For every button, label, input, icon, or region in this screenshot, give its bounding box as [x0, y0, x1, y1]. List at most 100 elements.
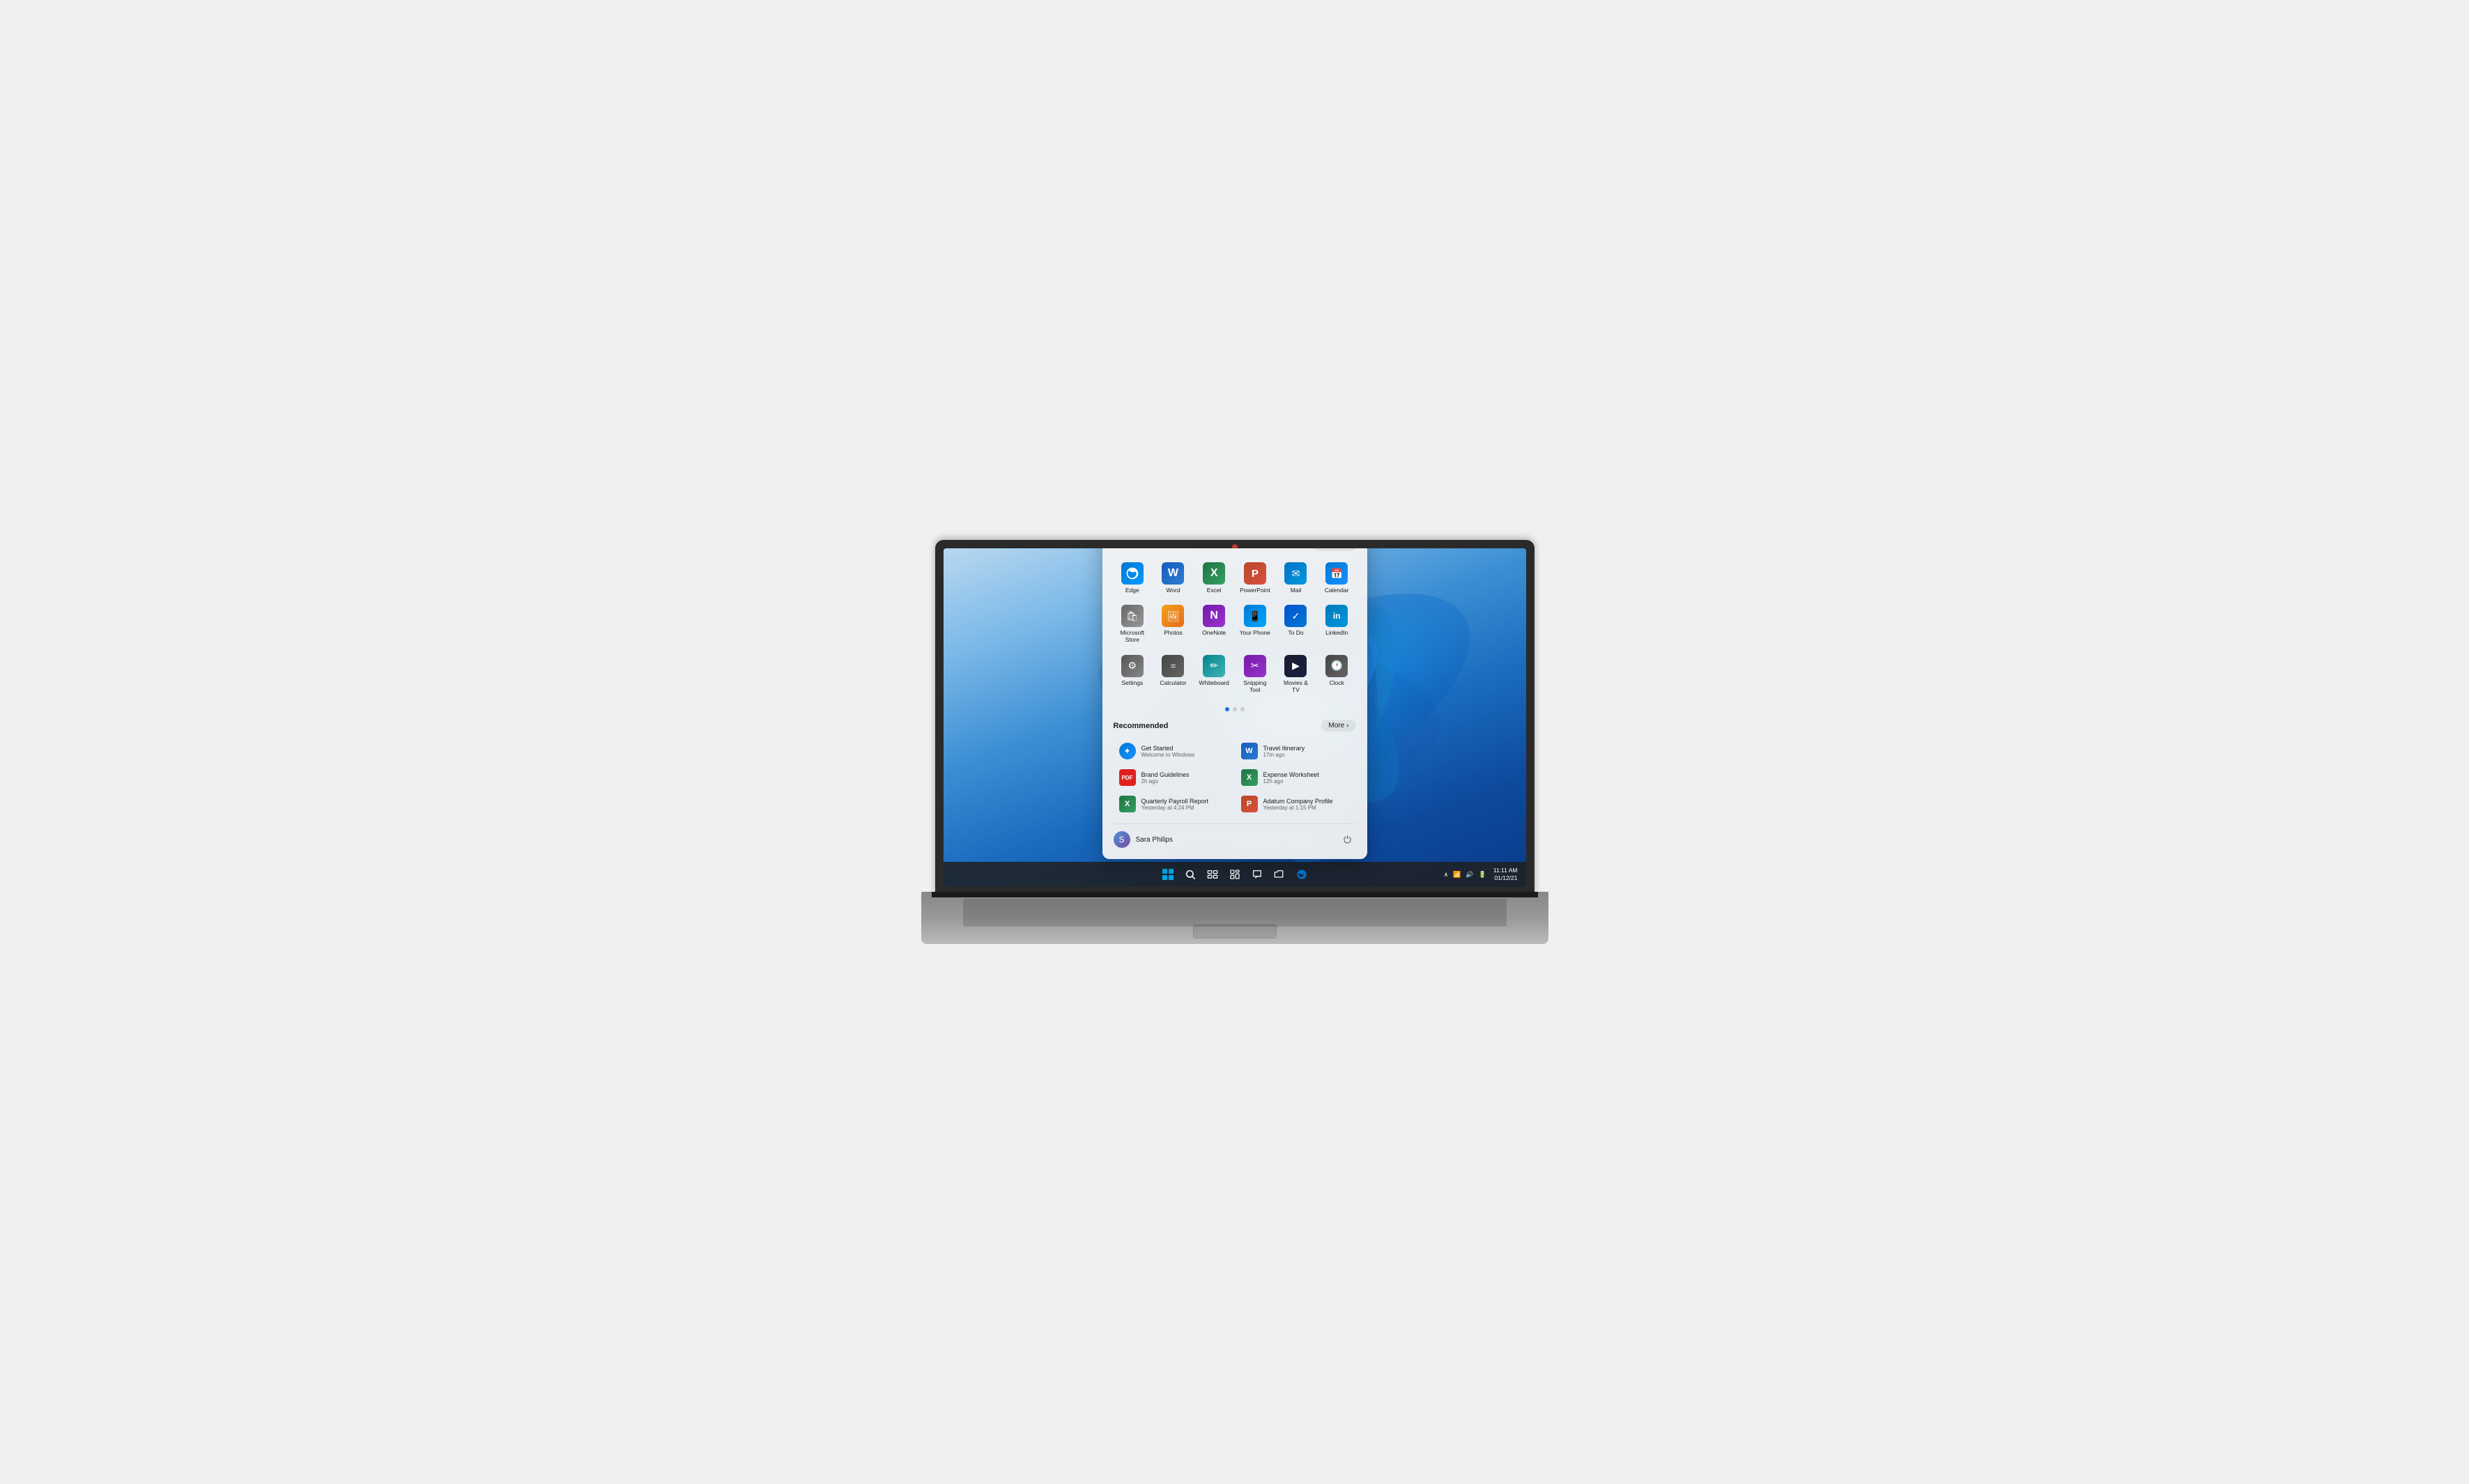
rec-get-started[interactable]: ✦ Get Started Welcome to Windows: [1114, 739, 1234, 764]
travel-icon: W: [1241, 743, 1258, 759]
app-powerpoint[interactable]: P PowerPoint: [1236, 558, 1275, 598]
app-store[interactable]: 🛍 Microsoft Store: [1114, 601, 1152, 647]
settings-icon: ⚙: [1121, 655, 1144, 677]
app-calculator[interactable]: = Calculator: [1154, 651, 1192, 697]
app-word[interactable]: W Word: [1154, 558, 1192, 598]
app-yourphone[interactable]: 📱 Your Phone: [1236, 601, 1275, 647]
recommended-title: Recommended: [1114, 722, 1169, 730]
movies-icon: ▶: [1284, 655, 1307, 677]
page-dots: [1114, 707, 1356, 711]
store-label: Microsoft Store: [1116, 629, 1149, 643]
rec-travel-itinerary[interactable]: W Travel Itinerary 17m ago: [1236, 739, 1356, 764]
more-button[interactable]: More ›: [1321, 720, 1355, 732]
store-icon: 🛍: [1121, 605, 1144, 627]
laptop-base: [921, 892, 1548, 944]
taskbar-center: [1158, 865, 1312, 884]
calendar-icon: 📅: [1325, 562, 1348, 585]
recommended-section: Recommended More › ✦ Get Started: [1114, 720, 1356, 817]
laptop: 🔍 Type here to search Pinned All apps ›: [921, 540, 1548, 944]
taskbar-chat-button[interactable]: [1247, 865, 1267, 884]
app-clock[interactable]: 🕐 Clock: [1318, 651, 1356, 697]
excel-icon: X: [1203, 562, 1225, 585]
excel-label: Excel: [1207, 587, 1222, 594]
clock-icon: 🕐: [1325, 655, 1348, 677]
rec-name-travel: Travel Itinerary: [1263, 745, 1305, 752]
laptop-screen: 🔍 Type here to search Pinned All apps ›: [944, 548, 1526, 887]
app-calendar[interactable]: 📅 Calendar: [1318, 558, 1356, 598]
onenote-label: OneNote: [1202, 629, 1226, 636]
taskbar-explorer-button[interactable]: [1270, 865, 1289, 884]
app-onenote[interactable]: N OneNote: [1195, 601, 1233, 647]
taskbar-search-button[interactable]: [1180, 865, 1200, 884]
todo-label: To Do: [1288, 629, 1303, 636]
yourphone-label: Your Phone: [1240, 629, 1270, 636]
rec-payroll-report[interactable]: X Quarterly Payroll Report Yesterday at …: [1114, 791, 1234, 817]
rec-sub-getstarted: Welcome to Windows: [1141, 752, 1195, 758]
app-snipping[interactable]: ✂ Snipping Tool: [1236, 651, 1275, 697]
app-excel[interactable]: X Excel: [1195, 558, 1233, 598]
pinned-title: Pinned: [1114, 548, 1139, 550]
get-started-icon: ✦: [1119, 743, 1136, 759]
brand-icon: PDF: [1119, 769, 1136, 786]
laptop-hinge: [932, 892, 1538, 897]
app-photos[interactable]: 🖼 Photos: [1154, 601, 1192, 647]
todo-icon: ✓: [1284, 605, 1307, 627]
taskbar-start-button[interactable]: [1158, 865, 1178, 884]
app-linkedin[interactable]: in LinkedIn: [1318, 601, 1356, 647]
rec-name-brand: Brand Guidelines: [1141, 771, 1190, 778]
systray-wifi[interactable]: 📶: [1452, 871, 1462, 879]
payroll-icon: X: [1119, 796, 1136, 812]
whiteboard-icon: ✏: [1203, 655, 1225, 677]
taskbar-edge-button[interactable]: [1292, 865, 1312, 884]
user-info[interactable]: S Sara Philips: [1114, 831, 1173, 848]
touchpad[interactable]: [1193, 925, 1277, 938]
rec-sub-expense: 12h ago: [1263, 778, 1319, 784]
systray-chevron[interactable]: ∧: [1443, 871, 1450, 879]
app-mail[interactable]: ✉ Mail: [1277, 558, 1315, 598]
power-button[interactable]: ⏻: [1339, 831, 1356, 848]
powerpoint-label: PowerPoint: [1240, 587, 1270, 594]
edge-icon: [1121, 562, 1144, 585]
systray-icons: ∧ 📶 🔊 🔋: [1443, 871, 1488, 879]
mail-label: Mail: [1291, 587, 1302, 594]
user-name: Sara Philips: [1136, 836, 1173, 844]
recommended-grid: ✦ Get Started Welcome to Windows W: [1114, 739, 1356, 817]
rec-name-expense: Expense Worksheet: [1263, 771, 1319, 778]
systray-volume[interactable]: 🔊: [1464, 871, 1475, 879]
movies-label: Movies & TV: [1279, 679, 1312, 693]
rec-sub-travel: 17m ago: [1263, 752, 1305, 758]
app-whiteboard[interactable]: ✏ Whiteboard: [1195, 651, 1233, 697]
photos-label: Photos: [1164, 629, 1182, 636]
yourphone-icon: 📱: [1244, 605, 1266, 627]
rec-expense-worksheet[interactable]: X Expense Worksheet 12h ago: [1236, 765, 1356, 790]
rec-name-payroll: Quarterly Payroll Report: [1141, 798, 1209, 805]
taskbar-datetime[interactable]: 11:11 AM 01/12/21: [1491, 867, 1521, 882]
whiteboard-label: Whiteboard: [1199, 679, 1229, 686]
photos-icon: 🖼: [1162, 605, 1184, 627]
word-label: Word: [1166, 587, 1180, 594]
app-todo[interactable]: ✓ To Do: [1277, 601, 1315, 647]
snipping-label: Snipping Tool: [1239, 679, 1272, 693]
laptop-lid: 🔍 Type here to search Pinned All apps ›: [935, 540, 1535, 895]
rec-adatum[interactable]: P Adatum Company Profile Yesterday at 1:…: [1236, 791, 1356, 817]
rec-brand-guidelines[interactable]: PDF Brand Guidelines 2h ago: [1114, 765, 1234, 790]
mail-icon: ✉: [1284, 562, 1307, 585]
app-edge[interactable]: Edge: [1114, 558, 1152, 598]
app-settings[interactable]: ⚙ Settings: [1114, 651, 1152, 697]
systray-battery[interactable]: 🔋: [1477, 871, 1488, 879]
word-icon: W: [1162, 562, 1184, 585]
taskbar-right: ∧ 📶 🔊 🔋 11:11 AM 01/12/21: [1443, 867, 1521, 882]
all-apps-button[interactable]: All apps ›: [1313, 548, 1356, 551]
taskbar-taskview-button[interactable]: [1203, 865, 1222, 884]
calendar-label: Calendar: [1325, 587, 1349, 594]
adatum-icon: P: [1241, 796, 1258, 812]
app-movies[interactable]: ▶ Movies & TV: [1277, 651, 1315, 697]
taskbar-date-display: 01/12/21: [1493, 874, 1518, 882]
taskbar-widgets-button[interactable]: [1225, 865, 1245, 884]
snipping-icon: ✂: [1244, 655, 1266, 677]
linkedin-label: LinkedIn: [1325, 629, 1348, 636]
pinned-grid: Edge W Word X Excel: [1114, 558, 1356, 697]
start-menu: 🔍 Type here to search Pinned All apps ›: [1102, 548, 1367, 859]
start-footer: S Sara Philips ⏻: [1114, 824, 1356, 848]
calculator-label: Calculator: [1160, 679, 1186, 686]
